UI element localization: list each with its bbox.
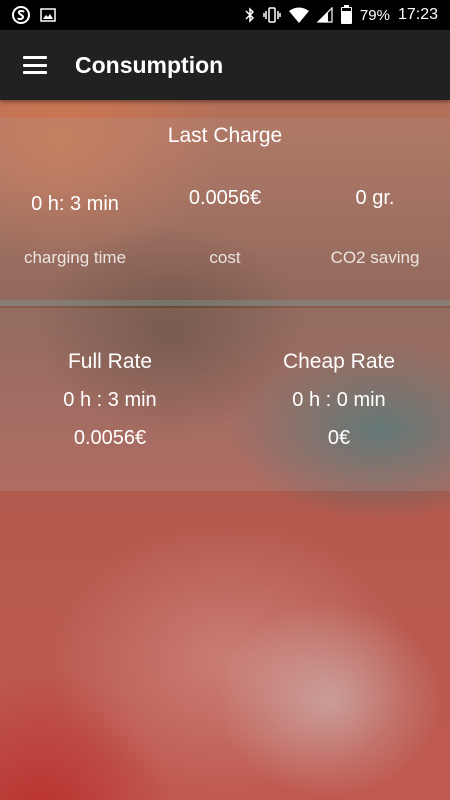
battery-icon [340, 4, 352, 24]
status-bar: 79% 17:23 [0, 0, 450, 30]
full-rate-time: 0 h : 3 min [63, 389, 157, 411]
rates-card: Full Rate 0 h : 3 min 0.0056€ Cheap Rate… [0, 308, 450, 491]
full-rate-column: Full Rate 0 h : 3 min 0.0056€ [10, 343, 210, 457]
cheap-rate-time: 0 h : 0 min [292, 389, 386, 411]
full-rate-title: Full Rate [67, 350, 153, 373]
co2-label: CO2 saving [330, 248, 420, 267]
cost-value: 0.0056€ [188, 187, 262, 209]
cost-label: cost [209, 248, 241, 267]
page-title: Consumption [75, 51, 224, 78]
last-charge-card: Last Charge 0 h: 3 min 0.0056€ 0 gr. cha… [0, 118, 450, 300]
wifi-icon [288, 7, 309, 23]
app-bar: Consumption [0, 30, 450, 100]
battery-percent: 79% [359, 6, 390, 24]
cheap-rate-cost: 0€ [327, 427, 351, 449]
co2-value: 0 gr. [355, 187, 395, 209]
charging-time-label: charging time [23, 248, 127, 267]
s-app-icon [12, 6, 30, 24]
full-rate-cost: 0.0056€ [73, 427, 147, 449]
clock-time: 17:23 [397, 6, 438, 23]
cheap-rate-column: Cheap Rate 0 h : 0 min 0€ [239, 343, 439, 457]
hamburger-menu-icon[interactable] [23, 56, 47, 74]
image-icon [40, 8, 56, 22]
charging-time-value: 0 h: 3 min [31, 193, 119, 215]
last-charge-title: Last Charge [167, 124, 283, 147]
vibrate-icon [263, 7, 281, 23]
bluetooth-icon [245, 7, 254, 23]
divider [0, 300, 450, 306]
cheap-rate-title: Cheap Rate [282, 350, 396, 373]
signal-icon [316, 7, 333, 23]
